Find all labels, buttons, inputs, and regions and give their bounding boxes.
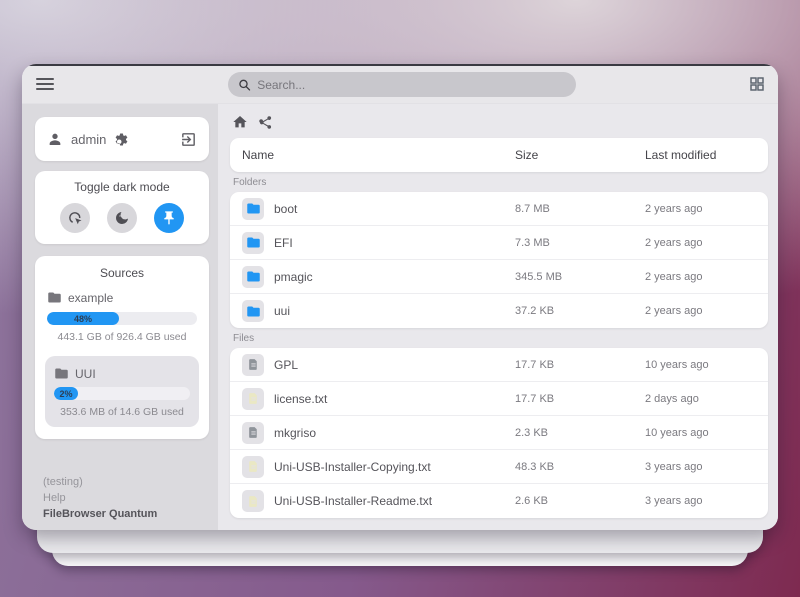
item-name: pmagic [274, 270, 313, 284]
search-input[interactable] [257, 78, 566, 92]
file-cream-icon [242, 490, 264, 512]
gear-icon[interactable] [114, 132, 129, 147]
home-icon[interactable] [232, 114, 248, 130]
item-name: Uni-USB-Installer-Copying.txt [274, 460, 431, 474]
file-row[interactable]: GPL 17.7 KB10 years ago [230, 348, 768, 382]
item-size: 8.7 MB [515, 203, 645, 215]
item-size: 17.7 KB [515, 393, 645, 405]
source-name: UUI [75, 367, 96, 381]
file-gray-icon [242, 422, 264, 444]
sidebar: admin Toggle dark mode [22, 104, 218, 530]
folder-icon [242, 300, 264, 322]
sources-title: Sources [45, 266, 199, 280]
folder-row[interactable]: uui 37.2 KB2 years ago [230, 294, 768, 328]
source-item-uui[interactable]: UUI 2% 353.6 MB of 14.6 GB used [45, 356, 199, 427]
menu-icon[interactable] [36, 78, 54, 90]
breadcrumb [230, 111, 768, 138]
item-size: 48.3 KB [515, 461, 645, 473]
item-name: GPL [274, 358, 298, 372]
usage-progress-track: 48% [47, 312, 197, 325]
username-label: admin [71, 132, 106, 147]
item-size: 37.2 KB [515, 305, 645, 317]
file-cream-icon [242, 388, 264, 410]
pin-mode-button[interactable] [154, 203, 184, 233]
item-modified: 3 years ago [645, 495, 756, 507]
file-gray-icon [242, 354, 264, 376]
section-label-folders: Folders [233, 177, 768, 188]
cursor-click-mode-button[interactable] [60, 203, 90, 233]
file-row[interactable]: Uni-USB-Installer-Readme.txt 2.6 KB3 year… [230, 484, 768, 518]
item-modified: 2 years ago [645, 237, 756, 249]
item-name: license.txt [274, 392, 327, 406]
item-name: EFI [274, 236, 293, 250]
file-row[interactable]: mkgriso 2.3 KB10 years ago [230, 416, 768, 450]
file-row[interactable]: Uni-USB-Installer-Copying.txt 48.3 KB3 ye… [230, 450, 768, 484]
item-name: uui [274, 304, 290, 318]
user-card[interactable]: admin [35, 117, 209, 161]
folder-icon [242, 232, 264, 254]
usage-progress-fill: 48% [47, 312, 119, 325]
file-listing-area: Name Size Last modified Folders boot 8.7 M… [218, 104, 778, 530]
sidebar-footer: (testing) Help FileBrowser Quantum [43, 474, 157, 522]
item-modified: 3 years ago [645, 461, 756, 473]
dark-mode-label: Toggle dark mode [45, 180, 199, 194]
section-card-folders: boot8.7 MB2 years agoEFI7.3 MB2 years ag… [230, 192, 768, 328]
dark-mode-card: Toggle dark mode [35, 171, 209, 244]
file-row[interactable]: license.txt 17.7 KB2 days ago [230, 382, 768, 416]
source-name: example [68, 291, 113, 305]
usage-progress-fill: 2% [54, 387, 78, 400]
grid-view-icon[interactable] [749, 76, 765, 92]
folder-row[interactable]: boot 8.7 MB2 years ago [230, 192, 768, 226]
brand-label: FileBrowser Quantum [43, 506, 157, 522]
listing-sections: Foldersboot8.7 MB2 years agoEFI7.3 MB2 y… [230, 177, 768, 518]
item-modified: 2 years ago [645, 271, 756, 283]
person-icon [47, 131, 63, 147]
column-last-modified[interactable]: Last modified [645, 148, 756, 162]
item-modified: 2 years ago [645, 305, 756, 317]
section-label-files: Files [233, 333, 768, 344]
table-header: Name Size Last modified [230, 138, 768, 172]
item-modified: 10 years ago [645, 427, 756, 439]
filebrowser-window: admin Toggle dark mode [22, 64, 778, 530]
moon-dark-mode-button[interactable] [107, 203, 137, 233]
folder-row[interactable]: EFI 7.3 MB2 years ago [230, 226, 768, 260]
folder-row[interactable]: pmagic 345.5 MB2 years ago [230, 260, 768, 294]
item-name: mkgriso [274, 426, 316, 440]
item-modified: 10 years ago [645, 359, 756, 371]
folder-icon [54, 366, 69, 381]
top-bar [22, 64, 778, 104]
item-name: Uni-USB-Installer-Readme.txt [274, 494, 432, 508]
version-label: (testing) [43, 474, 157, 490]
help-link[interactable]: Help [43, 490, 157, 506]
moon-icon [114, 210, 130, 226]
usage-text: 443.1 GB of 926.4 GB used [45, 331, 199, 343]
search-icon [238, 78, 251, 92]
item-size: 345.5 MB [515, 271, 645, 283]
column-size[interactable]: Size [515, 148, 645, 162]
item-size: 7.3 MB [515, 237, 645, 249]
share-icon[interactable] [258, 115, 273, 130]
item-modified: 2 days ago [645, 393, 756, 405]
file-cream-icon [242, 456, 264, 478]
usage-progress-track: 2% [54, 387, 190, 400]
cursor-click-icon [67, 210, 84, 227]
item-name: boot [274, 202, 297, 216]
logout-icon[interactable] [180, 131, 197, 148]
folder-icon [47, 290, 62, 305]
pin-icon [161, 210, 177, 226]
folder-icon [242, 198, 264, 220]
column-name[interactable]: Name [242, 148, 515, 162]
section-card-files: GPL17.7 KB10 years agolicense.txt17.7 KB… [230, 348, 768, 518]
item-size: 2.6 KB [515, 495, 645, 507]
sources-card: Sources example 48% 443.1 GB of 926.4 GB… [35, 256, 209, 439]
item-size: 2.3 KB [515, 427, 645, 439]
folder-icon [242, 266, 264, 288]
usage-text: 353.6 MB of 14.6 GB used [52, 406, 192, 418]
item-size: 17.7 KB [515, 359, 645, 371]
search-bar[interactable] [228, 72, 576, 97]
source-item-example[interactable]: example 48% 443.1 GB of 926.4 GB used [45, 290, 199, 343]
item-modified: 2 years ago [645, 203, 756, 215]
